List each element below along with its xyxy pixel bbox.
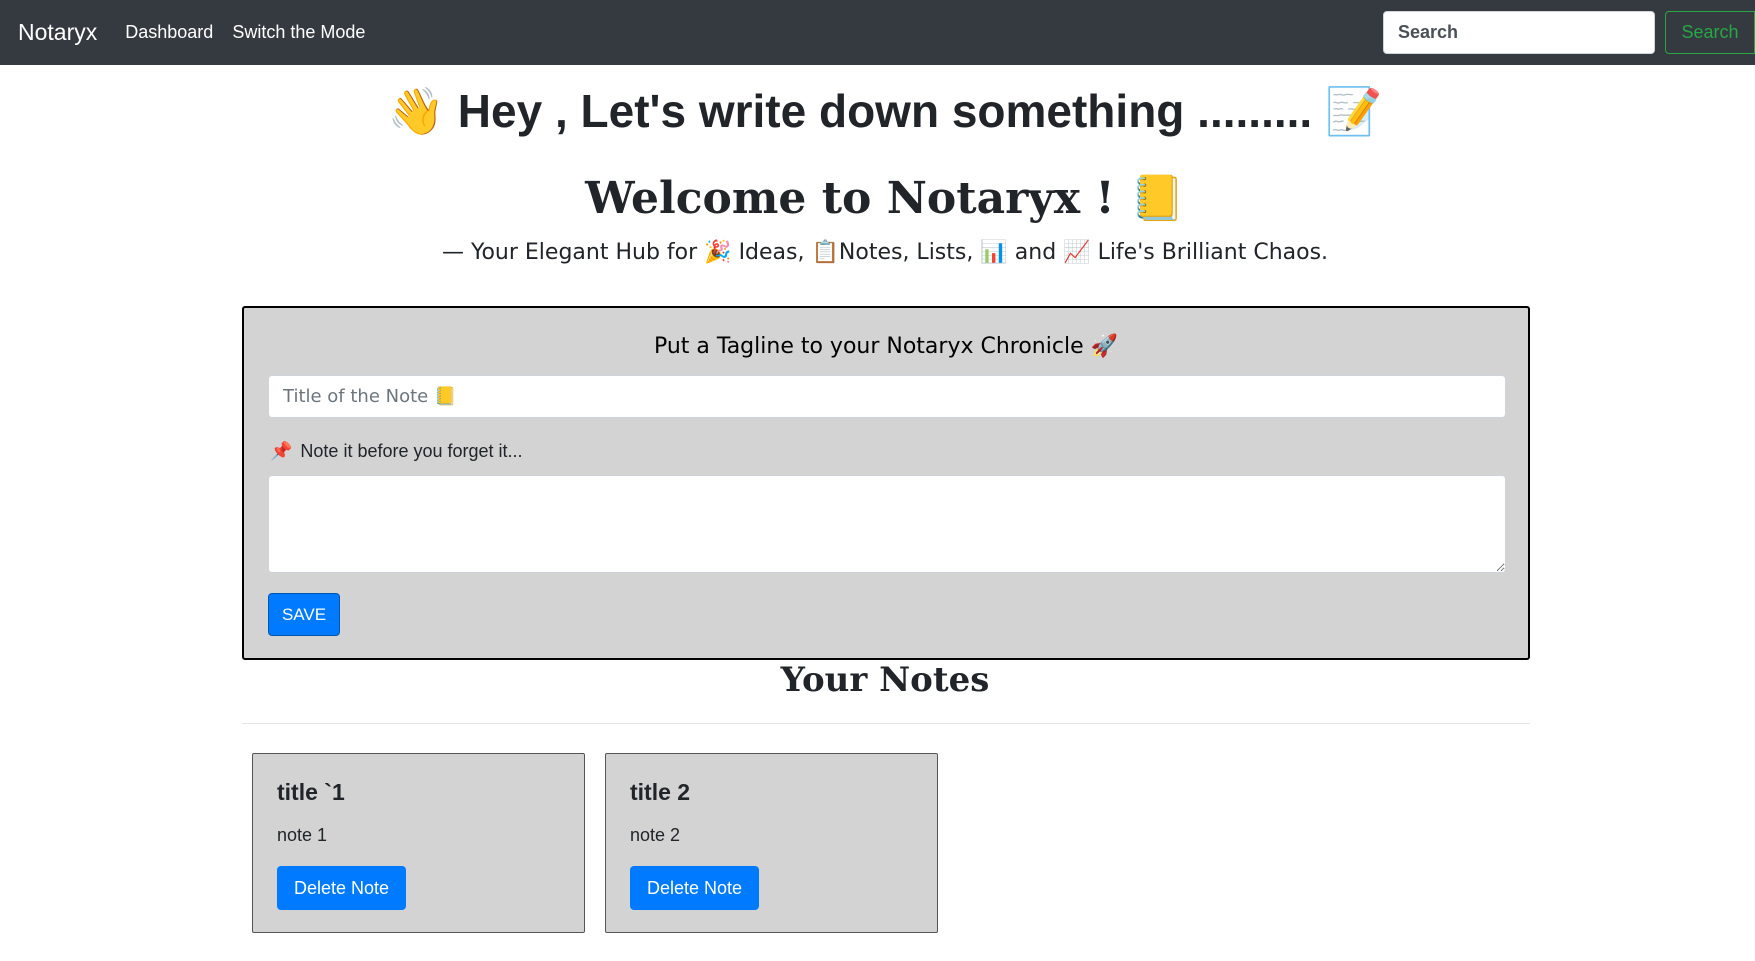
trending-up-icon: 📈 xyxy=(1063,240,1091,265)
memo-icon: 📝 xyxy=(1324,84,1383,138)
nav-link-dashboard[interactable]: Dashboard xyxy=(125,22,213,43)
note-card: title 2 note 2 Delete Note xyxy=(605,753,938,933)
note-textarea[interactable] xyxy=(268,475,1506,573)
note-card-title: title `1 xyxy=(277,779,345,805)
navbar: Notaryx Dashboard Switch the Mode Search xyxy=(0,0,1755,65)
note-form: Put a Tagline to your Notaryx Chronicle … xyxy=(242,306,1530,660)
your-notes-heading: Your Notes xyxy=(780,660,990,700)
clipboard-icon: 📋 xyxy=(811,240,839,265)
waving-hand-icon: 👋 xyxy=(387,84,446,138)
divider xyxy=(242,723,1530,724)
note-card-text: note 2 xyxy=(630,825,681,845)
subtitle: — Your Elegant Hub for 🎉 Ideas, 📋Notes, … xyxy=(0,240,1755,265)
welcome-text: Welcome to Notaryx ! xyxy=(585,173,1115,224)
hero-text: Hey , Let's write down something .......… xyxy=(457,85,1313,137)
notebook-icon: 📒 xyxy=(1130,173,1185,224)
delete-note-button[interactable]: Delete Note xyxy=(277,866,406,910)
note-label-text: Note it before you forget it... xyxy=(300,441,523,461)
hero-heading: 👋 Hey , Let's write down something .....… xyxy=(0,84,1755,139)
tagline-text: Put a Tagline to your Notaryx Chronicle xyxy=(653,334,1084,359)
note-card-title: title 2 xyxy=(630,779,691,805)
subtitle-ideas: Ideas, xyxy=(738,240,805,265)
subtitle-and: and xyxy=(1014,240,1057,265)
nav-link-switch-mode[interactable]: Switch the Mode xyxy=(232,22,365,43)
bar-chart-icon: 📊 xyxy=(980,240,1008,265)
pushpin-icon: 📌 xyxy=(270,441,293,462)
welcome-heading: Welcome to Notaryx ! 📒 xyxy=(0,172,1755,224)
note-title-input[interactable] xyxy=(268,375,1506,418)
subtitle-lead: — Your Elegant Hub for xyxy=(441,240,698,265)
save-button[interactable]: SAVE xyxy=(268,593,340,636)
search-button[interactable]: Search xyxy=(1665,11,1755,54)
search-form: Search xyxy=(1383,11,1755,54)
party-popper-icon: 🎉 xyxy=(704,240,732,265)
subtitle-notes: Notes, Lists, xyxy=(838,240,974,265)
form-tagline: Put a Tagline to your Notaryx Chronicle … xyxy=(244,334,1528,359)
note-card-text: note 1 xyxy=(277,825,328,845)
note-label: 📌 Note it before you forget it... xyxy=(270,441,523,462)
search-input[interactable] xyxy=(1383,11,1655,54)
brand-link[interactable]: Notaryx xyxy=(18,19,97,46)
note-card: title `1 note 1 Delete Note xyxy=(252,753,585,933)
rocket-icon: 🚀 xyxy=(1090,334,1119,359)
delete-note-button[interactable]: Delete Note xyxy=(630,866,759,910)
subtitle-chaos: Life's Brilliant Chaos. xyxy=(1097,240,1329,265)
